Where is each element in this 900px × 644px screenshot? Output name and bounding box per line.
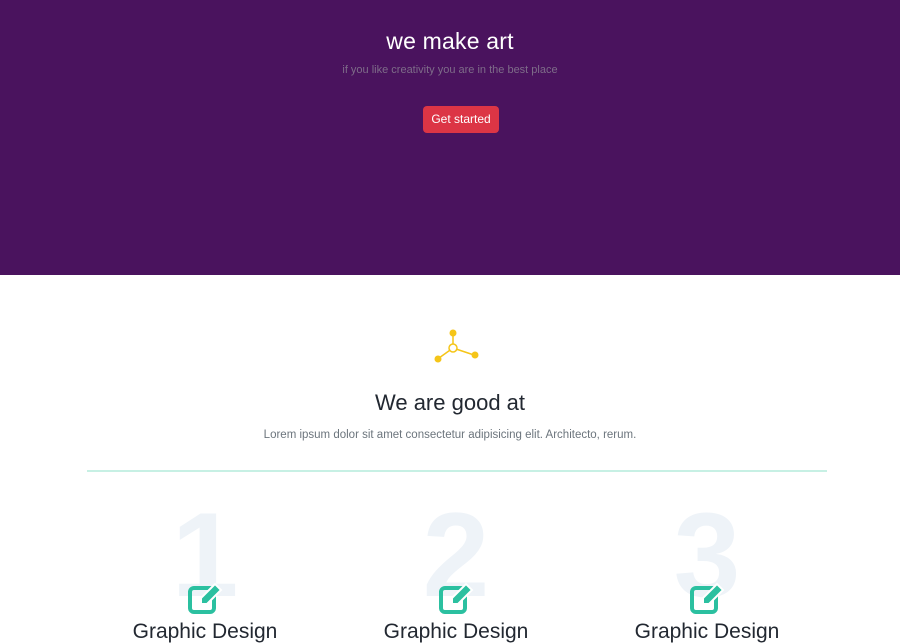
service-card: 1 Graphic Design: [115, 495, 295, 643]
card-title: Graphic Design: [132, 620, 278, 643]
molecule-icon: [431, 328, 479, 364]
edit-icon: [187, 580, 223, 616]
section-title: We are good at: [374, 390, 526, 415]
service-card: 3 Graphic Design: [617, 495, 797, 643]
edit-icon: [689, 580, 725, 616]
service-card: 2 Graphic Design: [366, 495, 546, 643]
hero-title: we make art: [386, 28, 514, 54]
section-description: Lorem ipsum dolor sit amet consectetur a…: [263, 429, 637, 441]
hero-subtitle: if you like creativity you are in the be…: [342, 64, 558, 76]
card-title: Graphic Design: [383, 620, 529, 643]
edit-icon: [438, 580, 474, 616]
section-divider: [87, 470, 827, 472]
get-started-button[interactable]: Get started: [423, 106, 499, 133]
card-title: Graphic Design: [634, 620, 780, 643]
hero-section: we make art if you like creativity you a…: [0, 0, 900, 275]
